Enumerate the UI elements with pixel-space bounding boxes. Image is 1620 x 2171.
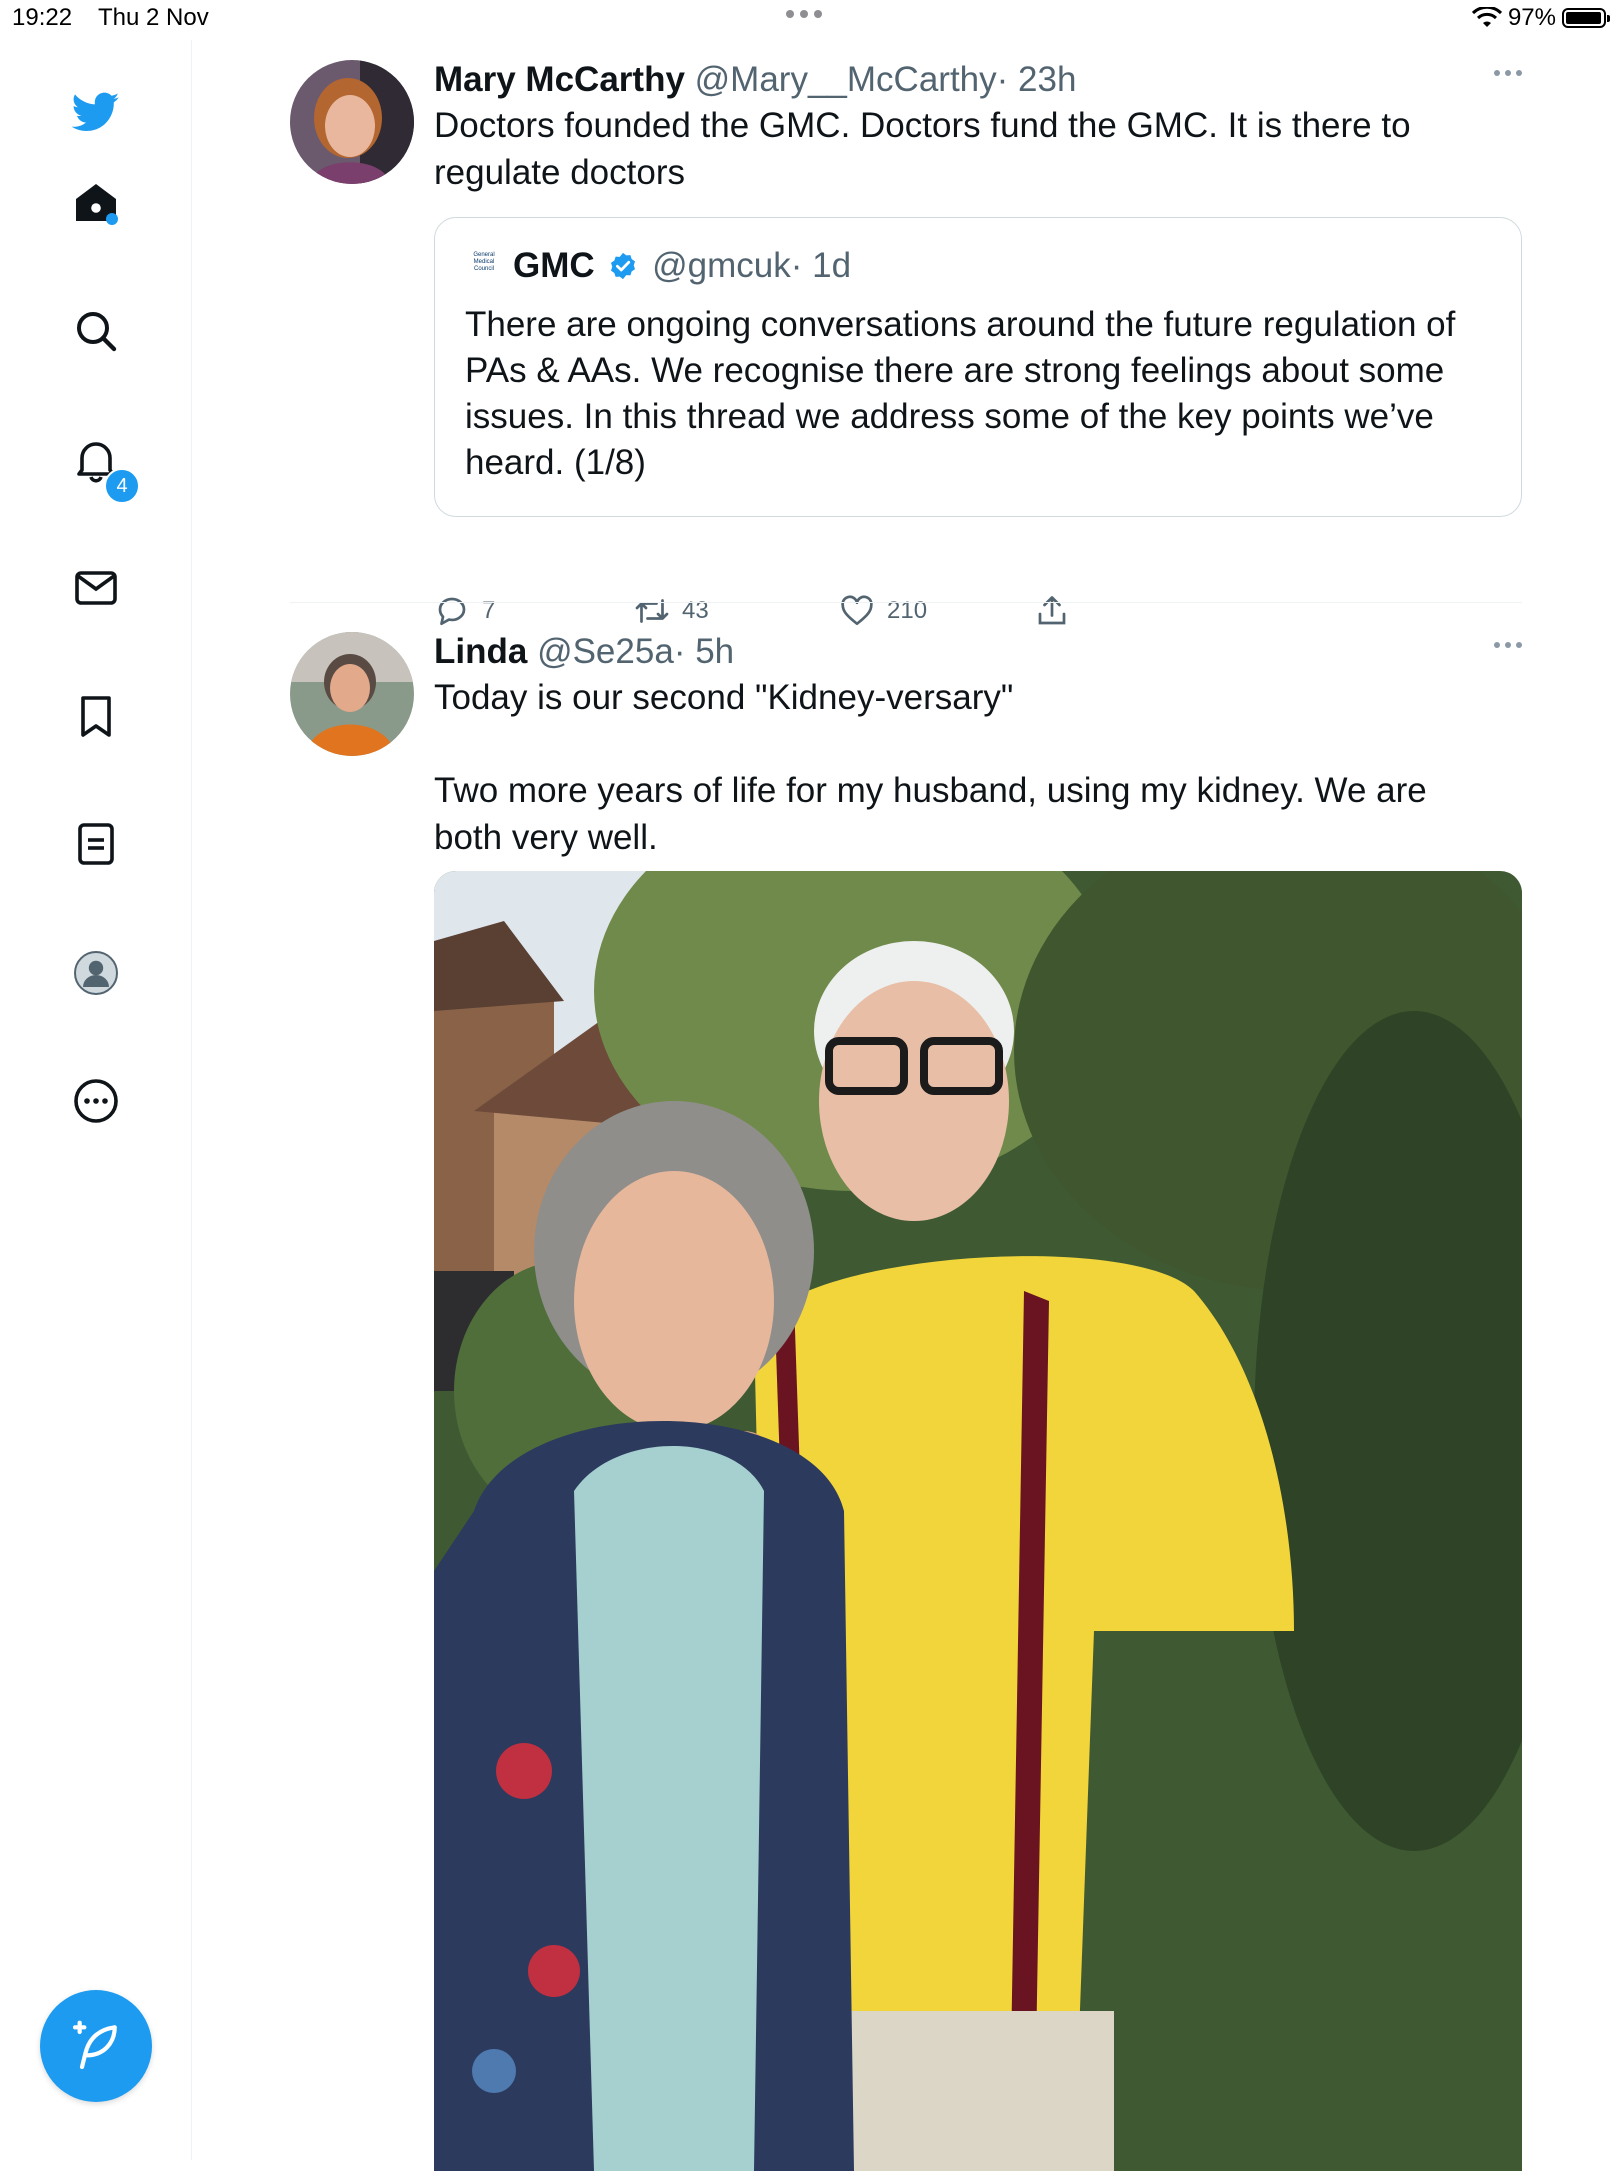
share-icon bbox=[1038, 596, 1066, 625]
search-icon[interactable] bbox=[66, 301, 126, 361]
author-name[interactable]: Linda bbox=[434, 632, 527, 671]
tweet-linda[interactable]: Linda @Se25a· 5h Today is our second "Ki… bbox=[290, 632, 1522, 2171]
mail-icon[interactable] bbox=[66, 558, 126, 618]
multitasking-dots[interactable] bbox=[786, 10, 822, 18]
quoted-tweet[interactable]: General Medical Council GMC @gmcuk· 1d T… bbox=[434, 217, 1522, 517]
tweet-text: Doctors founded the GMC. Doctors fund th… bbox=[434, 106, 1411, 192]
quoted-time: · 1d bbox=[790, 246, 852, 285]
retweet-button[interactable]: 43 bbox=[634, 593, 709, 629]
tweet-photo[interactable] bbox=[434, 871, 1522, 2171]
battery-icon bbox=[1562, 8, 1610, 28]
quoted-header: GMC @gmcuk· 1d bbox=[513, 246, 851, 286]
quoted-author-handle: @gmcuk bbox=[652, 246, 791, 285]
tweet-divider bbox=[290, 602, 1522, 603]
battery-fill bbox=[1566, 12, 1601, 24]
quoted-text: There are ongoing conversations around t… bbox=[465, 305, 1456, 482]
gmc-logo: General Medical Council bbox=[473, 252, 495, 272]
notification-badge: 4 bbox=[104, 468, 140, 504]
reply-button[interactable]: 7 bbox=[434, 593, 495, 629]
author-handle[interactable]: @Mary__McCarthy bbox=[695, 60, 997, 99]
status-bar: 19:22 Thu 2 Nov 97% bbox=[0, 0, 1620, 40]
heart-icon bbox=[841, 595, 873, 626]
share-button[interactable] bbox=[1034, 593, 1070, 629]
tweet-header: Linda @Se25a· 5h bbox=[434, 632, 734, 672]
status-right: 97% bbox=[1471, 4, 1610, 32]
sidebar: 4 bbox=[0, 40, 192, 2160]
more-circle-icon[interactable] bbox=[66, 1071, 126, 1131]
lists-icon[interactable] bbox=[66, 814, 126, 874]
verified-badge-icon bbox=[611, 252, 636, 280]
author-name[interactable]: Mary McCarthy bbox=[434, 60, 685, 99]
quoted-author-name: GMC bbox=[513, 246, 595, 285]
like-button[interactable]: 210 bbox=[839, 593, 927, 629]
twitter-logo-icon[interactable] bbox=[66, 82, 126, 142]
home-unread-dot bbox=[106, 213, 118, 225]
tweet-mary[interactable]: Mary McCarthy @Mary__McCarthy· 23h Docto… bbox=[290, 60, 1522, 626]
status-time: 19:22 bbox=[12, 4, 73, 31]
more-options-icon[interactable] bbox=[1494, 70, 1522, 76]
tweet-text-line2: Two more years of life for my husband, u… bbox=[434, 771, 1427, 857]
tweet-time: · 5h bbox=[673, 632, 735, 671]
profile-avatar-icon[interactable] bbox=[66, 943, 126, 1003]
status-date: Thu 2 Nov bbox=[98, 4, 209, 31]
reply-icon bbox=[438, 597, 466, 626]
tweet-header: Mary McCarthy @Mary__McCarthy· 23h bbox=[434, 60, 1076, 100]
tweet-time: · 23h bbox=[996, 60, 1077, 99]
tweet-actions: 7 43 210 bbox=[434, 593, 1134, 637]
home-icon[interactable] bbox=[66, 173, 126, 233]
feather-plus-icon bbox=[72, 2020, 117, 2070]
more-options-icon[interactable] bbox=[1494, 642, 1522, 648]
retweet-icon bbox=[635, 599, 669, 623]
tweet-text-line1: Today is our second "Kidney-versary" bbox=[434, 678, 1014, 717]
avatar[interactable] bbox=[290, 60, 414, 184]
battery-percent: 97% bbox=[1507, 4, 1556, 31]
avatar[interactable] bbox=[290, 632, 414, 756]
author-handle[interactable]: @Se25a bbox=[537, 632, 674, 671]
wifi-icon bbox=[1471, 7, 1502, 27]
bookmark-icon[interactable] bbox=[66, 686, 126, 746]
compose-tweet-button[interactable] bbox=[40, 1990, 152, 2102]
